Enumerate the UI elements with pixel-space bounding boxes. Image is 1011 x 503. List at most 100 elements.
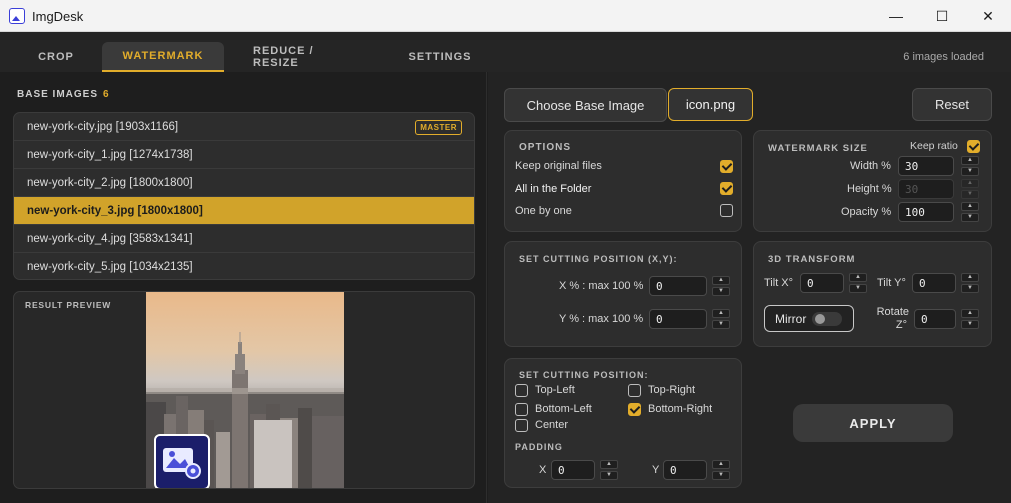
- window-titlebar: ImgDesk — ☐ ✕: [0, 0, 1011, 32]
- watermark-size-title: WATERMARK SIZE: [768, 143, 868, 154]
- width-stepper[interactable]: ▲ ▼: [961, 156, 979, 176]
- keep-original-label: Keep original files: [515, 160, 602, 172]
- x-percent-input[interactable]: 0: [649, 276, 707, 296]
- watermark-overlay-icon: [154, 434, 210, 488]
- rotate-z-unit: Z°: [895, 319, 907, 331]
- list-item-label: new-york-city_4.jpg [3583x1341]: [27, 232, 193, 245]
- top-left-checkbox[interactable]: [515, 384, 528, 397]
- padding-title: PADDING: [515, 442, 563, 452]
- opacity-input[interactable]: 100: [898, 202, 954, 222]
- top-left-label: Top-Left: [535, 384, 575, 396]
- keep-ratio-checkbox[interactable]: [967, 140, 980, 153]
- watermark-size-card: WATERMARK SIZE Keep ratio Width % 30 ▲ ▼ …: [753, 130, 992, 232]
- list-item[interactable]: new-york-city_4.jpg [3583x1341]: [14, 225, 474, 253]
- list-item[interactable]: new-york-city_2.jpg [1800x1800]: [14, 169, 474, 197]
- tilt-y-input[interactable]: 0: [912, 273, 956, 293]
- list-item-label: new-york-city_5.jpg [1034x2135]: [27, 261, 193, 273]
- cutting-position-title: SET CUTTING POSITION:: [519, 370, 649, 380]
- tilt-y-label: Tilt Y°: [877, 277, 906, 289]
- padding-x-stepper[interactable]: ▲ ▼: [600, 460, 618, 480]
- opacity-stepper[interactable]: ▲ ▼: [961, 202, 979, 222]
- right-panel: Choose Base Image icon.png Reset OPTIONS…: [488, 72, 1011, 503]
- y-percent-stepper[interactable]: ▲ ▼: [712, 309, 730, 329]
- padding-x-label: X: [539, 464, 547, 476]
- choose-base-image-button[interactable]: Choose Base Image: [504, 88, 667, 122]
- base-images-count: 6: [103, 89, 110, 100]
- images-loaded-status: 6 images loaded: [903, 51, 984, 63]
- bottom-left-checkbox[interactable]: [515, 403, 528, 416]
- list-item-label: new-york-city_1.jpg [1274x1738]: [27, 148, 193, 161]
- options-card: OPTIONS Keep original files All in the F…: [504, 130, 742, 232]
- one-by-one-label: One by one: [515, 205, 572, 217]
- height-stepper[interactable]: ▲ ▼: [961, 179, 979, 199]
- icon-file-button[interactable]: icon.png: [668, 88, 753, 121]
- close-button[interactable]: ✕: [965, 0, 1011, 32]
- rotate-label: Rotate: [876, 306, 909, 318]
- x-percent-label: X % : max 100 %: [559, 280, 644, 292]
- width-label: Width %: [850, 160, 891, 172]
- y-percent-input[interactable]: 0: [649, 309, 707, 329]
- y-percent-label: Y % : max 100 %: [559, 313, 644, 325]
- tilt-y-stepper[interactable]: ▲ ▼: [961, 273, 979, 293]
- 3d-transform-title: 3D TRANSFORM: [768, 254, 856, 265]
- mirror-switch[interactable]: [812, 312, 842, 326]
- height-input[interactable]: 30: [898, 179, 954, 199]
- one-by-one-checkbox[interactable]: [720, 204, 733, 217]
- app-title: ImgDesk: [32, 9, 84, 24]
- height-label: Height %: [847, 183, 892, 195]
- tab-bar: CROP WATERMARK REDUCE / RESIZE SETTINGS: [0, 32, 1011, 72]
- rotate-z-stepper[interactable]: ▲ ▼: [961, 309, 979, 329]
- base-images-label: BASE IMAGES: [17, 89, 99, 100]
- 3d-transform-card: 3D TRANSFORM Tilt X° 0 ▲ ▼ Tilt Y° 0 ▲ ▼ M…: [753, 241, 992, 347]
- width-input[interactable]: 30: [898, 156, 954, 176]
- bottom-left-label: Bottom-Left: [535, 403, 592, 415]
- padding-y-label: Y: [652, 464, 660, 476]
- minimize-button[interactable]: —: [873, 0, 919, 32]
- list-item-selected[interactable]: new-york-city_3.jpg [1800x1800]: [14, 197, 474, 225]
- cutting-position-card: SET CUTTING POSITION: Top-Left Top-Right…: [504, 358, 742, 488]
- padding-y-input[interactable]: 0: [663, 460, 707, 480]
- image-gear-icon: [163, 448, 201, 479]
- tab-crop[interactable]: CROP: [18, 42, 94, 72]
- cutting-position-xy-card: SET CUTTING POSITION (X,Y): X % : max 10…: [504, 241, 742, 347]
- rotate-z-label: Rotate Z°: [875, 306, 909, 332]
- center-label: Center: [535, 419, 569, 431]
- base-images-list: new-york-city.jpg [1903x1166] MASTER new…: [13, 112, 475, 280]
- center-checkbox[interactable]: [515, 419, 528, 432]
- tilt-x-stepper[interactable]: ▲ ▼: [849, 273, 867, 293]
- tab-watermark[interactable]: WATERMARK: [102, 42, 224, 72]
- bottom-right-label: Bottom-Right: [648, 403, 713, 415]
- bottom-right-checkbox[interactable]: [628, 403, 641, 416]
- base-images-heading: BASE IMAGES 6: [17, 89, 110, 100]
- options-title: OPTIONS: [519, 142, 572, 153]
- mirror-label: Mirror: [775, 311, 807, 326]
- maximize-button[interactable]: ☐: [919, 0, 965, 32]
- list-item-label: new-york-city_3.jpg [1800x1800]: [27, 204, 203, 217]
- apply-button[interactable]: APPLY: [793, 404, 953, 442]
- padding-x-input[interactable]: 0: [551, 460, 595, 480]
- tab-reduce-resize[interactable]: REDUCE / RESIZE: [232, 42, 380, 72]
- cutting-position-xy-title: SET CUTTING POSITION (X,Y):: [519, 254, 678, 264]
- all-in-folder-label: All in the Folder: [515, 183, 592, 195]
- tilt-x-label: Tilt X°: [764, 277, 794, 289]
- list-item[interactable]: new-york-city.jpg [1903x1166] MASTER: [14, 113, 474, 141]
- result-preview-panel: RESULT PREVIEW: [13, 291, 475, 489]
- keep-ratio-label: Keep ratio: [910, 140, 958, 152]
- padding-y-stepper[interactable]: ▲ ▼: [712, 460, 730, 480]
- all-in-folder-checkbox[interactable]: [720, 182, 733, 195]
- left-panel: BASE IMAGES 6 new-york-city.jpg [1903x116…: [0, 72, 487, 503]
- tilt-x-input[interactable]: 0: [800, 273, 844, 293]
- x-percent-stepper[interactable]: ▲ ▼: [712, 276, 730, 296]
- rotate-z-input[interactable]: 0: [914, 309, 956, 329]
- keep-original-checkbox[interactable]: [720, 160, 733, 173]
- opacity-label: Opacity %: [841, 206, 892, 218]
- top-right-checkbox[interactable]: [628, 384, 641, 397]
- list-item[interactable]: new-york-city_1.jpg [1274x1738]: [14, 141, 474, 169]
- reset-button[interactable]: Reset: [912, 88, 992, 121]
- list-item[interactable]: new-york-city_5.jpg [1034x2135]: [14, 253, 474, 279]
- tab-settings[interactable]: SETTINGS: [388, 42, 492, 72]
- list-item-label: new-york-city_2.jpg [1800x1800]: [27, 176, 193, 189]
- list-item-label: new-york-city.jpg [1903x1166]: [27, 120, 179, 133]
- app-icon: [9, 8, 25, 24]
- top-right-label: Top-Right: [648, 384, 696, 396]
